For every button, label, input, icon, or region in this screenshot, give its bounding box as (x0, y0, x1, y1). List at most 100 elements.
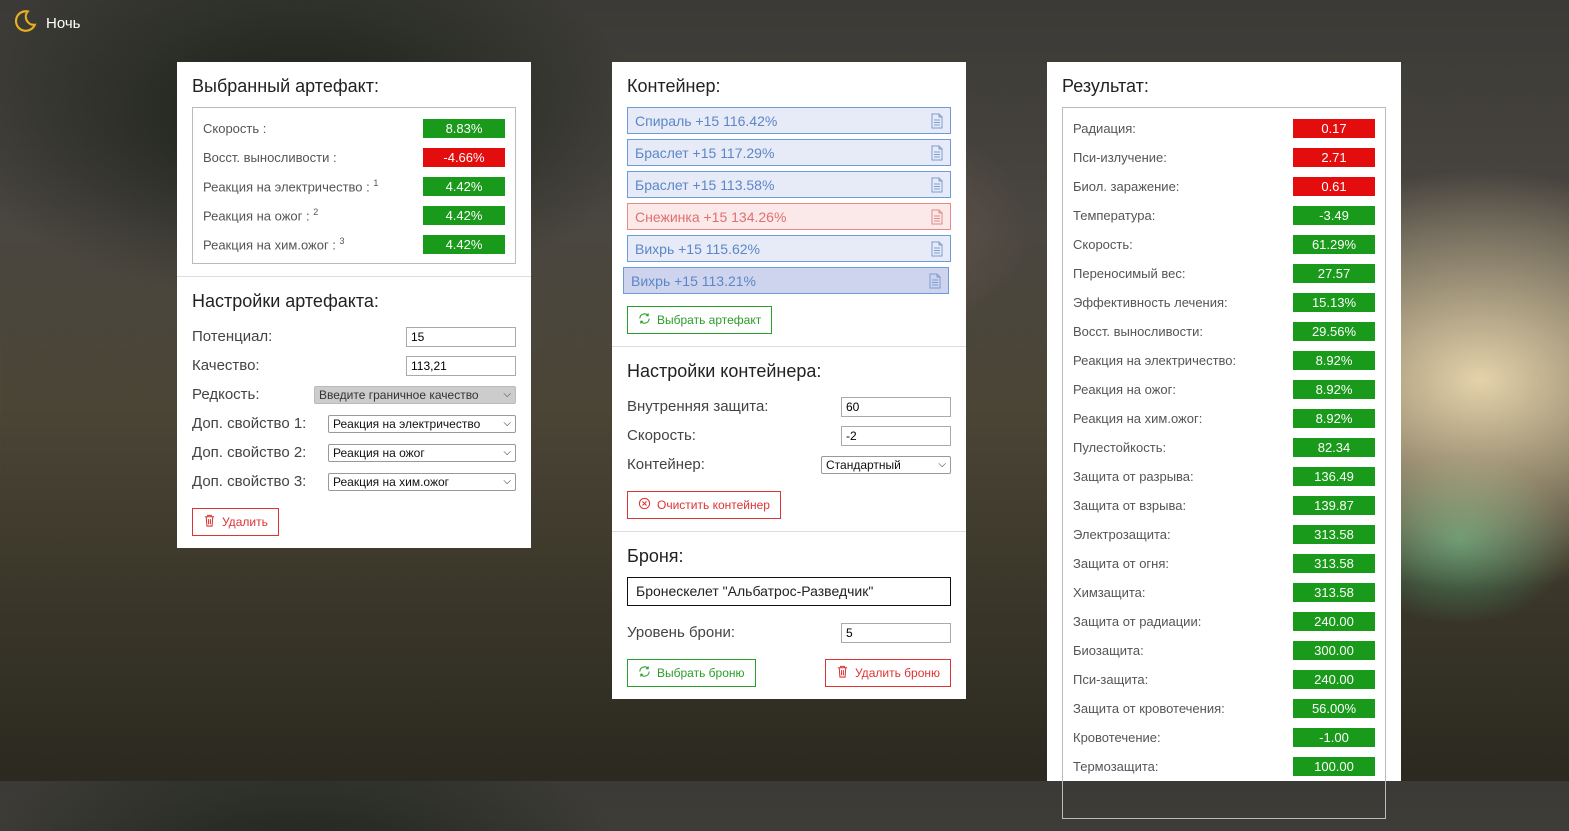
chevron-down-icon: ⌵ (503, 389, 511, 400)
result-stat-row: Биозащита: 300.00 (1073, 636, 1375, 665)
potential-row: Потенциал: (192, 322, 516, 351)
selected-artifact-section: Выбранный артефакт: Скорость : 8.83% Вос… (177, 62, 531, 276)
armor-title: Броня: (627, 546, 684, 566)
result-stat-row: Пси-излучение: 2.71 (1073, 143, 1375, 172)
result-stats-box: Радиация: 0.17 Пси-излучение: 2.71 Биол. зар… (1062, 107, 1386, 819)
result-stat-row: Переносимый вес: 27.57 (1073, 259, 1375, 288)
result-stat-value: -1.00 (1293, 728, 1375, 747)
result-stat-row: Пулестойкость: 82.34 (1073, 433, 1375, 462)
result-panel: Результат: Радиация: 0.17 Пси-излучение: 2.… (1047, 62, 1401, 819)
extra-property-3-row: Доп. свойство 3: Реакция на хим.ожог ⌵ (192, 467, 516, 496)
result-stat-row: Химзащита: 313.58 (1073, 578, 1375, 607)
quality-input[interactable] (406, 355, 516, 376)
delete-armor-button[interactable]: Удалить броню (825, 659, 951, 687)
select-armor-button[interactable]: Выбрать броню (627, 659, 756, 687)
result-stat-row: Термозащита: 100.00 (1073, 752, 1375, 781)
rarity-row: Редкость: Введите граничное качество ⌵ (192, 380, 516, 409)
potential-input[interactable] (406, 326, 516, 347)
result-stat-row: Защита от огня: 313.58 (1073, 549, 1375, 578)
artifact-stat-label: Восст. выносливости : (203, 150, 337, 165)
artifact-stat-value: 8.83% (423, 119, 505, 138)
result-stat-value: 2.71 (1293, 148, 1375, 167)
result-stat-value: 82.34 (1293, 438, 1375, 457)
result-stat-row: Защита от радиации: 240.00 (1073, 607, 1375, 636)
night-mode-toggle[interactable]: Ночь (12, 8, 80, 38)
container-item[interactable]: Браслет +15 113.58% (627, 171, 951, 198)
clear-container-button[interactable]: Очистить контейнер (627, 491, 781, 519)
night-mode-label: Ночь (46, 14, 81, 32)
result-stat-label: Защита от разрыва: (1073, 469, 1194, 484)
result-title: Результат: (1062, 76, 1149, 96)
container-item-label: Снежинка +15 134.26% (635, 208, 787, 225)
result-stat-row: Реакция на ожог: 8.92% (1073, 375, 1375, 404)
artifact-stat-row: Восст. выносливости : -4.66% (203, 143, 505, 172)
extra-property-3-select[interactable]: Реакция на хим.ожог ⌵ (328, 472, 516, 491)
extra-property-2-select[interactable]: Реакция на ожог ⌵ (328, 443, 516, 462)
result-stat-label: Реакция на ожог: (1073, 382, 1176, 397)
result-stat-label: Пси-защита: (1073, 672, 1149, 687)
container-item-selected[interactable]: Вихрь +15 113.21% (623, 267, 949, 294)
container-type-label: Контейнер: (627, 456, 705, 473)
document-icon (929, 113, 944, 129)
result-stat-value: 139.87 (1293, 496, 1375, 515)
container-type-select[interactable]: Стандартный ⌵ (821, 455, 951, 474)
result-stat-row: Биол. заражение: 0.61 (1073, 172, 1375, 201)
container-item[interactable]: Снежинка +15 134.26% (627, 203, 951, 230)
result-stat-row: Радиация: 0.17 (1073, 114, 1375, 143)
rarity-select[interactable]: Введите граничное качество ⌵ (314, 385, 516, 404)
result-stat-value: -3.49 (1293, 206, 1375, 225)
result-stat-value: 313.58 (1293, 554, 1375, 573)
delete-artifact-button[interactable]: Удалить (192, 508, 279, 536)
extra-property-1-select[interactable]: Реакция на электричество ⌵ (328, 414, 516, 433)
result-stat-label: Температура: (1073, 208, 1156, 223)
result-stat-row: Электрозащита: 313.58 (1073, 520, 1375, 549)
result-stat-value: 136.49 (1293, 467, 1375, 486)
rarity-select-value: Введите граничное качество (319, 387, 479, 402)
result-stat-label: Эффективность лечения: (1073, 295, 1228, 310)
result-stat-value: 240.00 (1293, 612, 1375, 631)
result-stat-value: 313.58 (1293, 583, 1375, 602)
container-item-label: Вихрь +15 113.21% (631, 272, 756, 289)
container-settings-section: Настройки контейнера: Внутренняя защита:… (612, 346, 966, 531)
container-title: Контейнер: (627, 76, 721, 96)
inner-protection-input[interactable] (841, 396, 951, 417)
container-speed-row: Скорость: (627, 421, 951, 450)
extra-property-3-value: Реакция на хим.ожог (333, 474, 450, 489)
result-stat-value: 8.92% (1293, 380, 1375, 399)
artifact-stats-box: Скорость : 8.83% Восст. выносливости : -… (192, 107, 516, 264)
result-stat-label: Защита от огня: (1073, 556, 1170, 571)
armor-section: Броня: Бронескелет "Альбатрос-Разведчик"… (612, 531, 966, 699)
result-stat-label: Биозащита: (1073, 643, 1144, 658)
artifact-stat-label: Реакция на ожог : 2 (203, 207, 319, 224)
container-item-label: Браслет +15 113.58% (635, 176, 775, 193)
delete-artifact-label: Удалить (222, 515, 268, 529)
container-item-label: Спираль +15 116.42% (635, 112, 778, 129)
result-section: Результат: Радиация: 0.17 Пси-излучение: 2.… (1047, 62, 1401, 831)
quality-label: Качество: (192, 357, 260, 374)
result-stat-label: Термозащита: (1073, 759, 1159, 774)
select-artifact-button[interactable]: Выбрать артефакт (627, 306, 773, 334)
artifact-stat-row: Реакция на хим.ожог : 3 4.42% (203, 230, 505, 259)
armor-name: Бронескелет "Альбатрос-Разведчик" (627, 577, 951, 606)
armor-level-row: Уровень брони: (627, 618, 951, 647)
result-stat-value: 61.29% (1293, 235, 1375, 254)
select-armor-label: Выбрать броню (657, 666, 745, 680)
artifact-stat-label: Скорость : (203, 121, 267, 136)
result-stat-row: Защита от кровотечения: 56.00% (1073, 694, 1375, 723)
container-item-label: Вихрь +15 115.62% (635, 240, 760, 257)
selected-artifact-title: Выбранный артефакт: (192, 76, 379, 96)
artifact-stat-value: 4.42% (423, 177, 505, 196)
result-stat-value: 8.92% (1293, 409, 1375, 428)
result-stat-label: Химзащита: (1073, 585, 1146, 600)
container-item[interactable]: Вихрь +15 115.62% (627, 235, 951, 262)
delete-armor-label: Удалить броню (855, 666, 940, 680)
container-speed-input[interactable] (841, 425, 951, 446)
container-item[interactable]: Спираль +15 116.42% (627, 107, 951, 134)
extra-property-1-label: Доп. свойство 1: (192, 415, 307, 432)
result-stat-label: Пси-излучение: (1073, 150, 1167, 165)
result-stat-value: 56.00% (1293, 699, 1375, 718)
container-item[interactable]: Браслет +15 117.29% (627, 139, 951, 166)
armor-level-input[interactable] (841, 622, 951, 643)
container-item-label: Браслет +15 117.29% (635, 144, 775, 161)
result-stat-label: Переносимый вес: (1073, 266, 1186, 281)
